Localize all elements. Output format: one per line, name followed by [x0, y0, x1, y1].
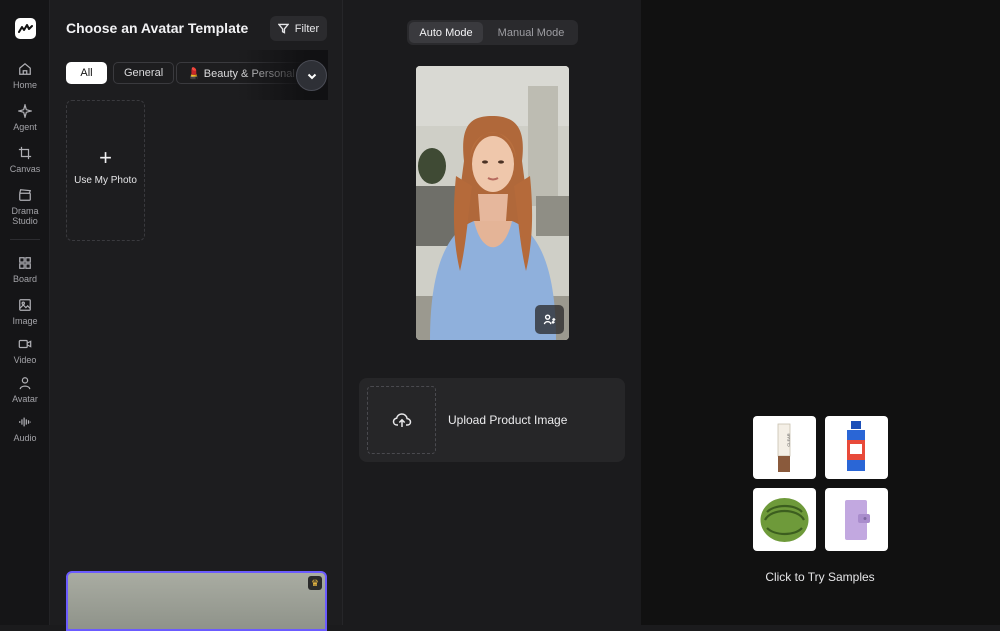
sparkle-icon	[18, 104, 32, 118]
stain-remover-bottle-image	[847, 421, 865, 471]
video-icon	[18, 339, 32, 349]
rail-item-label: Image	[12, 316, 38, 326]
rail-item-video[interactable]: Video	[0, 337, 50, 365]
avatar-preview-image	[416, 66, 569, 340]
left-rail: Home Agent Canvas Drama Studio Board Ima…	[0, 0, 50, 625]
filter-button-label: Filter	[294, 22, 320, 35]
rail-item-label: Home	[12, 80, 37, 90]
avatar-portrait	[416, 66, 569, 340]
rail-item-audio[interactable]: Audio	[0, 415, 50, 443]
rail-item-label: Audio	[13, 433, 37, 443]
try-samples-label: Click to Try Samples	[765, 570, 875, 584]
rail-item-home[interactable]: Home	[0, 62, 50, 90]
sample-stain-remover[interactable]	[825, 416, 888, 479]
crop-icon	[18, 146, 32, 160]
swap-avatar-button[interactable]	[535, 305, 564, 334]
tab-auto-mode[interactable]: Auto Mode	[409, 22, 483, 43]
swap-person-icon	[543, 314, 556, 325]
rail-item-image[interactable]: Image	[0, 298, 50, 326]
rail-item-board[interactable]: Board	[0, 256, 50, 284]
app-logo-icon[interactable]	[15, 18, 36, 39]
panel-title: Choose an Avatar Template	[66, 20, 249, 36]
rail-item-agent[interactable]: Agent	[0, 104, 50, 132]
mode-toggle: Auto Mode Manual Mode	[407, 20, 578, 45]
avatar-template-card[interactable]: ♛	[66, 571, 327, 631]
person-icon	[19, 377, 31, 390]
rail-item-label: Board	[12, 274, 38, 284]
use-my-photo-card[interactable]: + Use My Photo	[66, 100, 145, 241]
crown-icon: ♛	[308, 576, 322, 590]
filter-icon	[277, 23, 289, 34]
sunscreen-tube-image: CLEAR	[777, 423, 791, 472]
chevron-down-icon	[307, 73, 316, 79]
sample-sunscreen[interactable]: CLEAR	[753, 416, 816, 479]
rail-item-drama-studio[interactable]: Drama Studio	[0, 188, 50, 226]
rail-item-label: Canvas	[9, 164, 41, 174]
upload-product-label: Upload Product Image	[448, 413, 568, 427]
rail-item-avatar[interactable]: Avatar	[0, 376, 50, 404]
avatar-template-panel: Choose an Avatar Template Filter All Gen…	[50, 0, 343, 631]
rail-item-label: Video	[13, 355, 37, 365]
upload-dropzone[interactable]	[367, 386, 436, 454]
rail-item-label: Drama Studio	[11, 206, 39, 226]
waveform-icon	[19, 417, 31, 427]
chip-general[interactable]: General	[113, 62, 175, 84]
upload-product-image-area[interactable]: Upload Product Image	[359, 378, 625, 462]
home-icon	[19, 62, 31, 75]
cloud-upload-icon	[392, 413, 411, 427]
sample-watermelon[interactable]	[753, 488, 816, 551]
rail-item-label: Agent	[13, 122, 37, 132]
center-column: Auto Mode Manual Mode Upload Product Ima…	[343, 0, 641, 625]
tab-manual-mode[interactable]: Manual Mode	[487, 22, 575, 43]
svg-text:CLEAR: CLEAR	[786, 433, 791, 446]
purple-wallet-image	[845, 500, 870, 540]
clapperboard-icon	[19, 189, 32, 201]
rail-item-canvas[interactable]: Canvas	[0, 146, 50, 174]
rail-divider	[10, 239, 40, 240]
filter-button[interactable]: Filter	[270, 16, 327, 41]
sample-wallet[interactable]	[825, 488, 888, 551]
samples-area: CLEAR Click to Try Samples	[641, 0, 1000, 625]
rail-item-label: Avatar	[12, 394, 38, 404]
use-my-photo-label: Use My Photo	[74, 175, 137, 186]
watermelon-image	[760, 498, 809, 542]
expand-categories-button[interactable]	[296, 60, 327, 91]
plus-icon: +	[99, 145, 112, 170]
chip-all[interactable]: All	[66, 62, 107, 84]
grid-icon	[19, 257, 31, 269]
image-icon	[19, 299, 31, 311]
